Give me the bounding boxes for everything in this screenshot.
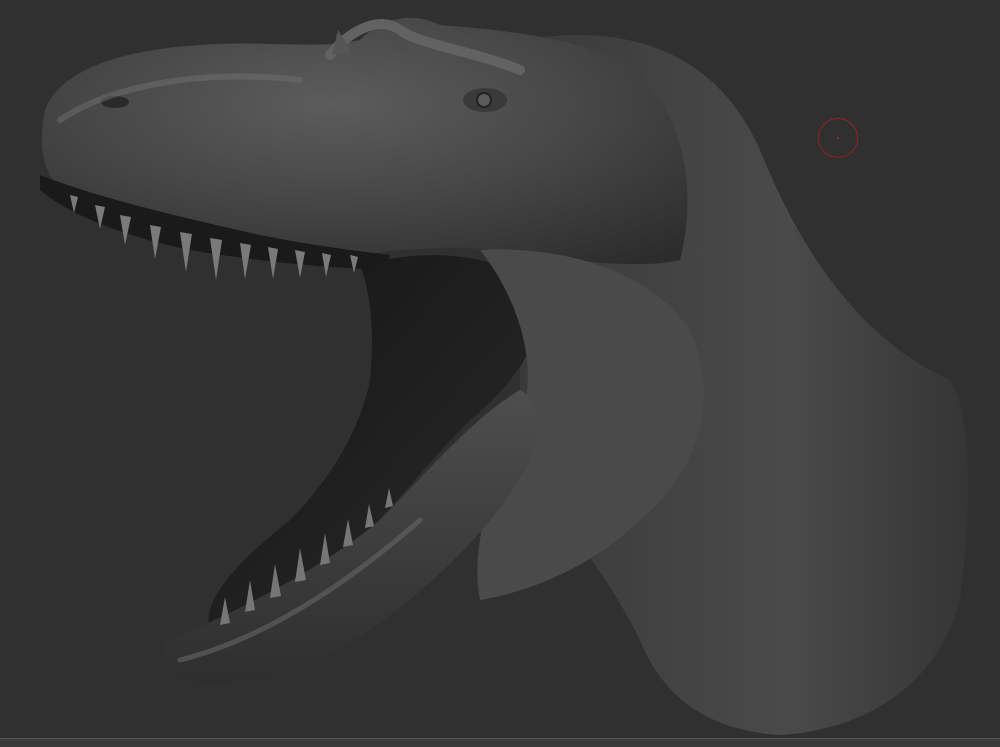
eye [476,92,492,108]
brush-center-dot [837,137,839,139]
sculpt-viewport[interactable] [0,0,1000,746]
trex-head-model[interactable] [0,0,1000,746]
brush-circle-icon [818,118,858,158]
